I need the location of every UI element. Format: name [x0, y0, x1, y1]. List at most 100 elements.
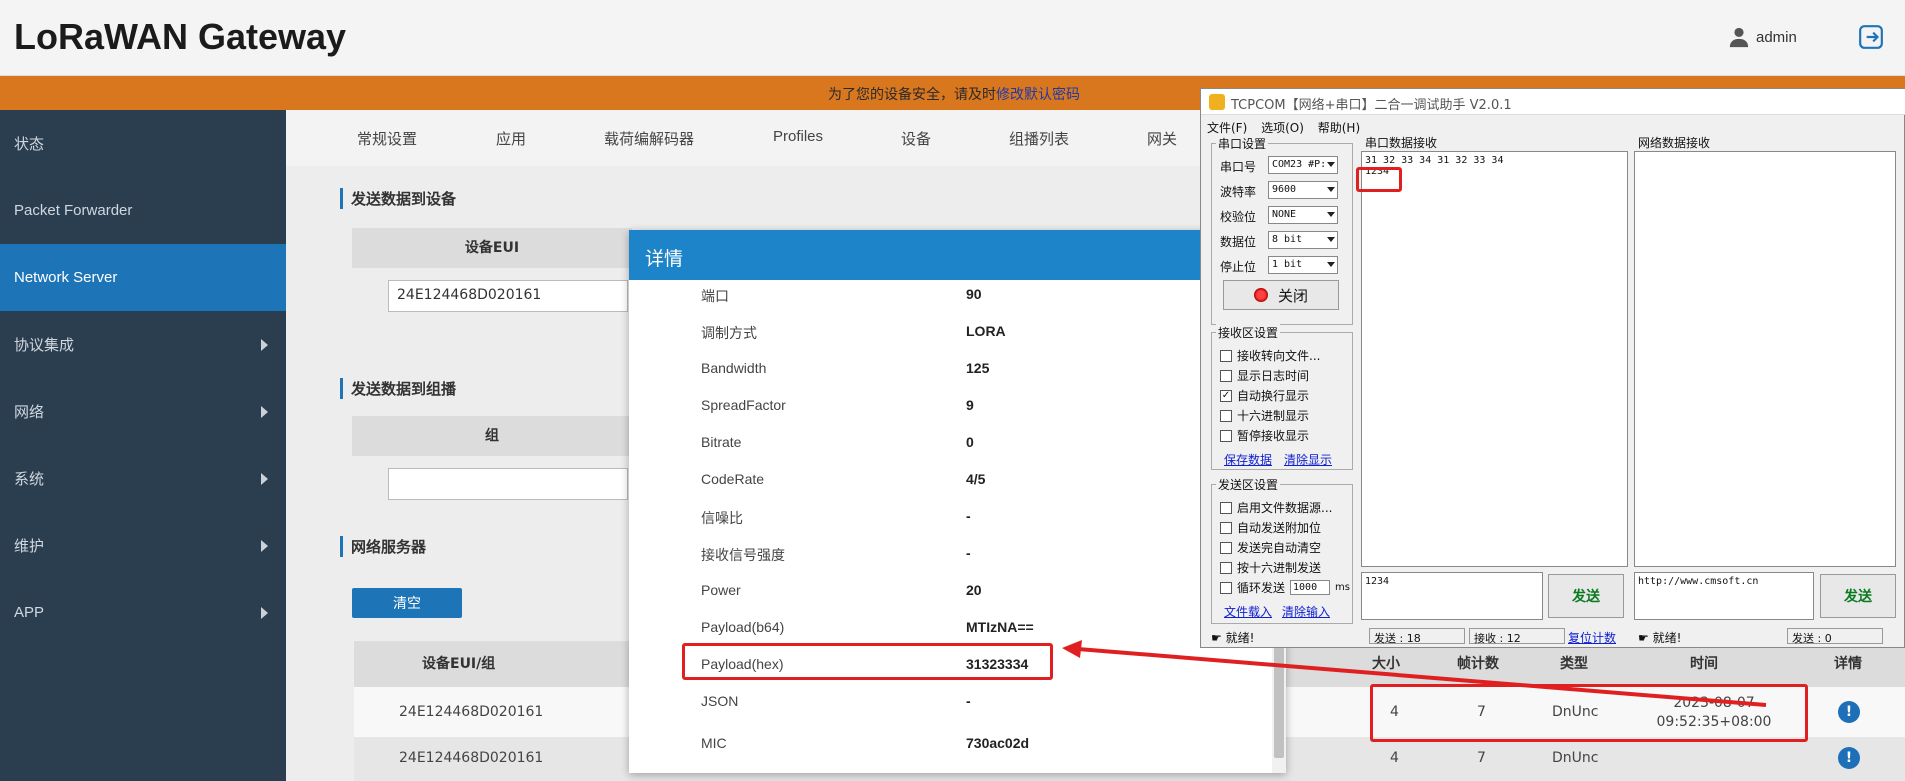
clear-input-link[interactable]: 清除输入 [1282, 603, 1330, 620]
databits-select[interactable]: 8 bit [1268, 231, 1338, 249]
detail-key: 接收信号强度 [701, 547, 785, 563]
sidebar-item-status[interactable]: 状态 [0, 110, 286, 177]
detail-row-payload-b64: Payload(b64) MTIzNA== [629, 613, 1269, 643]
checkbox-label: 自动发送附加位 [1237, 521, 1322, 535]
sidebar-item-protocol[interactable]: 协议集成 [0, 311, 286, 378]
detail-value: 90 [966, 286, 982, 302]
recv-settings-label: 接收区设置 [1216, 324, 1281, 341]
status-ready-2: ☛ 就绪! [1638, 631, 1682, 645]
sent-count: 发送 : 18 [1369, 628, 1465, 645]
tab-devices[interactable]: 设备 [901, 128, 931, 149]
stopbits-label: 停止位 [1220, 260, 1257, 274]
detail-row-snr: 信噪比 - [629, 502, 1269, 532]
checkbox-label: 自动换行显示 [1237, 389, 1310, 403]
net-sent-count: 发送 : 0 [1787, 628, 1883, 645]
hex-display-checkbox[interactable]: 十六进制显示 [1220, 407, 1309, 424]
tab-applications[interactable]: 应用 [496, 128, 526, 149]
status-ready2-text: 就绪! [1652, 631, 1682, 645]
warning-message: 为了您的设备安全，请及时 [828, 87, 996, 103]
send-group-title: 发送数据到组播 [340, 378, 456, 399]
menu-options[interactable]: 选项(O) [1261, 121, 1304, 135]
serial-send-button[interactable]: 发送 [1548, 574, 1624, 618]
parity-select[interactable]: NONE [1268, 206, 1338, 224]
auto-append-checkbox[interactable]: 自动发送附加位 [1220, 519, 1321, 536]
file-source-checkbox[interactable]: 启用文件数据源... [1220, 499, 1332, 516]
sidebar-item-maintenance[interactable]: 维护 [0, 512, 286, 579]
net-send-button[interactable]: 发送 [1820, 574, 1896, 618]
databits-value: 8 bit [1272, 234, 1303, 245]
sidebar-item-system[interactable]: 系统 [0, 445, 286, 512]
auto-wrap-checkbox[interactable]: ✓ 自动换行显示 [1220, 387, 1309, 404]
menu-help[interactable]: 帮助(H) [1318, 121, 1360, 135]
chevron-right-icon [261, 472, 268, 485]
logout-icon[interactable] [1858, 24, 1884, 50]
port-select[interactable]: COM23 #P: [1268, 156, 1338, 174]
checkbox-label: 发送完自动清空 [1237, 541, 1322, 555]
net-recv-title: 网络数据接收 [1636, 134, 1713, 151]
auto-clear-checkbox[interactable]: 发送完自动清空 [1220, 539, 1321, 556]
sidebar-item-label: 网络 [14, 404, 45, 421]
sidebar-item-label: APP [14, 604, 45, 621]
detail-row-bitrate: Bitrate 0 [629, 428, 1269, 458]
save-data-link[interactable]: 保存数据 [1224, 451, 1272, 468]
menu-file[interactable]: 文件(F) [1207, 121, 1247, 135]
sidebar-item-label: 协议集成 [14, 337, 75, 354]
clear-button[interactable]: 清空 [352, 588, 462, 618]
reset-count-link[interactable]: 复位计数 [1568, 629, 1616, 646]
group-input[interactable] [388, 468, 628, 500]
detail-value: 20 [966, 582, 982, 598]
detail-row-power: Power 20 [629, 576, 1269, 606]
sidebar-item-app[interactable]: APP [0, 579, 286, 646]
change-password-link[interactable]: 修改默认密码 [996, 87, 1080, 103]
serial-recv-line: 31 32 33 34 31 32 33 34 [1365, 155, 1504, 166]
row-frames: 7 [1477, 750, 1486, 766]
info-icon[interactable]: ! [1838, 701, 1860, 723]
net-recv-textarea[interactable] [1634, 151, 1896, 567]
status-ready: ☛ 就绪! [1211, 631, 1255, 645]
warning-text: 为了您的设备安全，请及时修改默认密码 [828, 84, 1080, 104]
detail-key: 调制方式 [701, 325, 757, 341]
cycle-interval-input[interactable]: 1000 [1290, 580, 1331, 595]
sidebar-item-label: Network Server [14, 269, 118, 286]
tab-general[interactable]: 常规设置 [357, 128, 417, 149]
sidebar-item-packet-forwarder[interactable]: Packet Forwarder [0, 177, 286, 244]
app-icon [1209, 94, 1225, 110]
pause-recv-checkbox[interactable]: 暂停接收显示 [1220, 427, 1309, 444]
cycle-unit: ms [1335, 582, 1350, 593]
serial-recv-title: 串口数据接收 [1363, 134, 1440, 151]
show-log-time-checkbox[interactable]: 显示日志时间 [1220, 367, 1309, 384]
sidebar-item-network-server[interactable]: Network Server [0, 244, 286, 311]
device-eui-input[interactable]: 24E124468D020161 [388, 280, 628, 312]
load-file-link[interactable]: 文件载入 [1224, 603, 1272, 620]
detail-key: MIC [701, 735, 727, 751]
chevron-right-icon [261, 606, 268, 619]
device-eui-header: 设备EUI [352, 228, 632, 268]
parity-label: 校验位 [1220, 210, 1257, 224]
serial-send-textarea[interactable]: 1234 [1361, 572, 1543, 620]
serial-recv-textarea[interactable]: 31 32 33 34 31 32 33 34 1234 [1361, 151, 1628, 567]
info-icon[interactable]: ! [1838, 747, 1860, 769]
chevron-down-icon [1327, 262, 1335, 267]
detail-value: - [966, 693, 971, 709]
close-port-button[interactable]: 关闭 [1223, 280, 1339, 310]
send-settings-label: 发送区设置 [1216, 476, 1281, 493]
hex-send-checkbox[interactable]: 按十六进制发送 [1220, 559, 1321, 576]
serial-recv-panel: 串口数据接收 31 32 33 34 31 32 33 34 1234 [1361, 134, 1628, 567]
tab-gateways[interactable]: 网关 [1147, 128, 1177, 149]
net-send-textarea[interactable]: http://www.cmsoft.cn [1634, 572, 1814, 620]
tab-profiles[interactable]: Profiles [773, 128, 823, 145]
clear-display-link[interactable]: 清除显示 [1284, 451, 1332, 468]
tab-multicast[interactable]: 组播列表 [1009, 128, 1069, 149]
baud-select[interactable]: 9600 [1268, 181, 1338, 199]
tab-codec[interactable]: 载荷编解码器 [604, 128, 694, 149]
cycle-send-checkbox[interactable]: 循环发送 1000 ms [1220, 579, 1350, 596]
detail-key: Bitrate [701, 434, 742, 450]
user-menu[interactable]: admin [1728, 26, 1797, 48]
highlight-box-payload [682, 643, 1053, 680]
row-eui: 24E124468D020161 [399, 750, 544, 766]
detail-row-spreadfactor: SpreadFactor 9 [629, 391, 1269, 421]
row-type: DnUnc [1552, 750, 1599, 766]
stopbits-select[interactable]: 1 bit [1268, 256, 1338, 274]
sidebar-item-network[interactable]: 网络 [0, 378, 286, 445]
recv-to-file-checkbox[interactable]: 接收转向文件... [1220, 347, 1320, 364]
